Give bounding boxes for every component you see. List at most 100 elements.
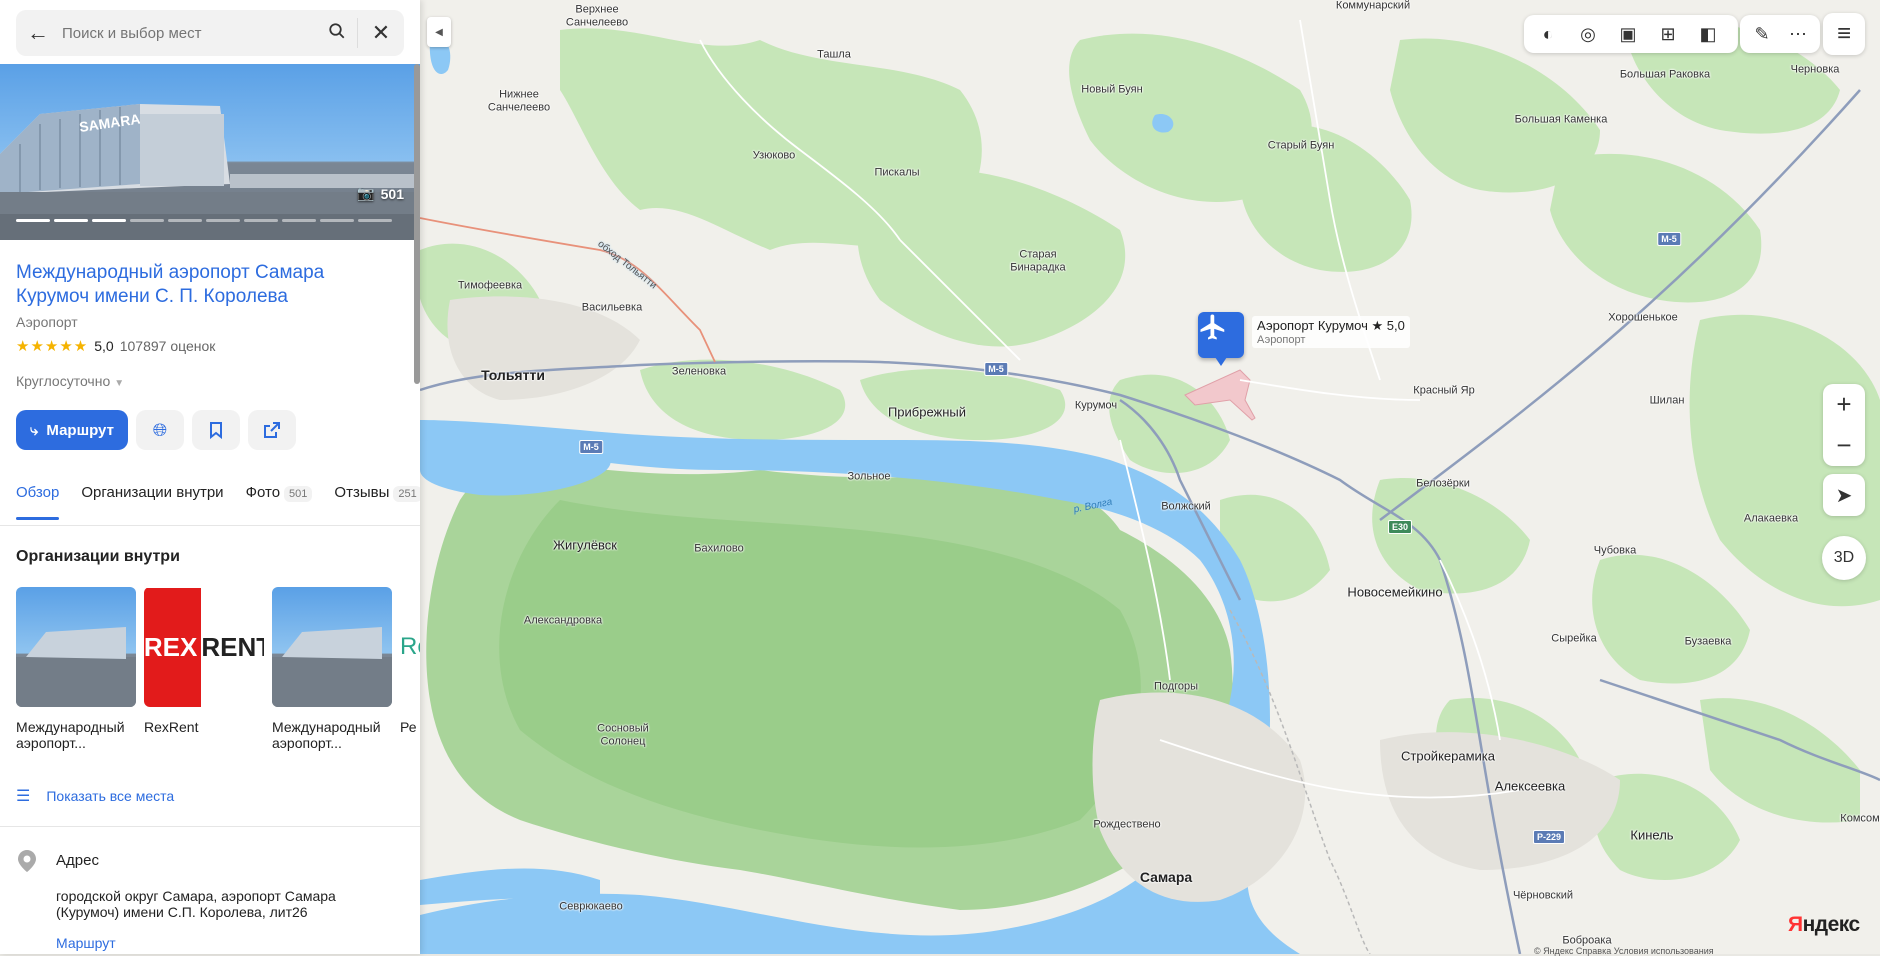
map-label: Самара xyxy=(1139,868,1193,885)
road-shield: М-5 xyxy=(579,440,603,454)
map-label: Стройкерамика xyxy=(1401,748,1495,764)
org-card[interactable]: Re Ре xyxy=(400,587,420,751)
org-card[interactable]: Международный аэропорт... xyxy=(16,587,136,751)
3d-button[interactable]: 3D xyxy=(1822,536,1866,580)
airport-map-rating: ★ 5,0 xyxy=(1371,318,1405,333)
tab-photos[interactable]: Фото 501 xyxy=(246,484,313,520)
map-label: Большая Раковка xyxy=(1619,68,1711,81)
org-logo: Re xyxy=(400,587,420,707)
transport-icon[interactable]: ⊞ xyxy=(1648,15,1688,53)
address-title: Адрес xyxy=(56,852,99,869)
airport-map-card[interactable]: Аэропорт Курумоч ★ 5,0 Аэропорт xyxy=(1252,316,1410,348)
sidebar: ← ✕ SAMARA 📷 501 xyxy=(0,0,420,954)
layers-icon[interactable]: ◧ xyxy=(1688,15,1728,53)
map-label: Севрюкаево xyxy=(559,900,623,913)
rating-stars: ★★★★★ xyxy=(16,338,89,355)
map-label: Пискалы xyxy=(874,166,920,179)
show-all-places-link[interactable]: ☰ Показать все места xyxy=(16,786,174,806)
website-icon[interactable]: 🌐︎ xyxy=(135,410,184,450)
geolocation-icon[interactable]: ➤ xyxy=(1823,474,1865,516)
rating-score: 5,0 xyxy=(94,338,114,354)
org-name: Ре xyxy=(400,719,417,735)
rexrent-logo: REXRENT xyxy=(144,587,264,707)
map-label: Нижнее Санчелеево xyxy=(487,88,551,113)
map-label: Старый Буян xyxy=(1267,139,1335,152)
org-photo xyxy=(272,587,392,707)
map-label: Шилан xyxy=(1649,394,1685,407)
search-box: ← ✕ xyxy=(16,10,404,56)
section-title: Организации внутри xyxy=(16,548,180,565)
map-label: Жигулёвск xyxy=(553,537,617,553)
location-pin-icon xyxy=(18,850,36,877)
ruler-icon[interactable]: ✎ xyxy=(1744,15,1780,53)
sidebar-scrollbar[interactable] xyxy=(414,64,420,384)
map-label: Бузаевка xyxy=(1684,635,1732,648)
list-icon: ☰ xyxy=(16,788,31,805)
panorama-icon[interactable]: ◎ xyxy=(1568,15,1608,53)
chevron-down-icon: ▼ xyxy=(114,378,125,389)
map-label: Узюково xyxy=(752,149,796,162)
map-label: Александровка xyxy=(523,614,603,627)
map-label: Старая Бинарадка xyxy=(1010,248,1066,273)
map-label: Подгоры xyxy=(1153,680,1199,693)
org-card[interactable]: REXRENT RexRent xyxy=(144,587,264,751)
zoom-in-button[interactable]: + xyxy=(1823,384,1865,425)
search-icon[interactable] xyxy=(317,22,357,45)
rating-row[interactable]: ★★★★★ 5,0 107897 оценок xyxy=(16,337,215,355)
divider xyxy=(0,525,420,526)
map-label: Алакаевка xyxy=(1743,512,1799,525)
share-icon[interactable] xyxy=(247,410,296,450)
tab-overview[interactable]: Обзор xyxy=(16,484,60,520)
map-label: Бахилово xyxy=(694,542,744,555)
map-label: Верхнее Санчелеево xyxy=(565,3,629,28)
map-tools-toolbar: ✎ ⋯ xyxy=(1740,15,1820,53)
airport-marker[interactable] xyxy=(1198,312,1244,366)
place-photo[interactable]: SAMARA 📷 501 xyxy=(0,64,420,240)
photo-icon[interactable]: ▣ xyxy=(1608,15,1648,53)
map-label: Прибрежный xyxy=(887,404,967,420)
map-label: Зольное xyxy=(847,470,891,483)
map-layer-icon[interactable]: ◐ xyxy=(1528,15,1568,53)
more-icon[interactable]: ⋯ xyxy=(1780,15,1816,53)
search-input[interactable] xyxy=(60,23,317,43)
camera-icon: 📷 xyxy=(357,185,375,201)
airport-map-name: Аэропорт Курумоч xyxy=(1257,318,1368,333)
map-label: Коммунарский xyxy=(1335,0,1411,12)
map-label: Красный Яр xyxy=(1413,384,1475,397)
map-label: Белозёрки xyxy=(1416,477,1470,490)
map-label: Новосемейкино xyxy=(1347,584,1443,600)
bookmark-icon[interactable] xyxy=(191,410,240,450)
org-name: Международный аэропорт... xyxy=(272,719,381,751)
photo-carousel-dots xyxy=(16,219,392,222)
tab-organizations[interactable]: Организации внутри xyxy=(81,484,223,520)
collapse-sidebar-button[interactable]: ◀ xyxy=(427,17,451,47)
place-title[interactable]: Международный аэропорт Самара Курумоч им… xyxy=(16,261,396,309)
back-arrow-icon[interactable]: ← xyxy=(16,20,60,46)
zoom-out-button[interactable]: − xyxy=(1823,425,1865,466)
tab-reviews[interactable]: Отзывы 251 xyxy=(334,484,420,520)
photo-count: 📷 501 xyxy=(357,185,404,202)
road-shield: Р-229 xyxy=(1532,830,1566,844)
map-label: Рождествено xyxy=(1093,818,1161,831)
close-icon[interactable]: ✕ xyxy=(358,20,404,46)
airplane-icon xyxy=(1200,314,1225,340)
address-route-link[interactable]: Маршрут xyxy=(56,935,116,951)
road-shield: М-5 xyxy=(984,362,1008,376)
airport-map-type: Аэропорт xyxy=(1257,334,1306,346)
yandex-logo: Яндекс xyxy=(1788,913,1860,936)
map-label: Комсом xyxy=(1840,812,1880,825)
map-label: Тольятти xyxy=(481,366,545,383)
map-label: Алексеевка xyxy=(1494,778,1566,794)
working-hours[interactable]: Круглосуточно ▼ xyxy=(16,373,124,389)
map-label: Ташла xyxy=(817,48,851,61)
route-button[interactable]: ⤷ Маршрут xyxy=(16,410,128,450)
map-label: Кинель xyxy=(1630,827,1674,843)
org-card[interactable]: Международный аэропорт... xyxy=(272,587,392,751)
menu-icon[interactable]: ≡ xyxy=(1823,13,1865,55)
org-list: Международный аэропорт... REXRENT RexRen… xyxy=(16,587,420,751)
map-label: Волжский xyxy=(1161,500,1211,513)
divider xyxy=(0,826,420,827)
map-label: Большая Каменка xyxy=(1514,113,1608,126)
map-label: Хорошенькое xyxy=(1608,311,1678,324)
tabs: Обзор Организации внутри Фото 501 Отзывы 2… xyxy=(16,484,420,520)
